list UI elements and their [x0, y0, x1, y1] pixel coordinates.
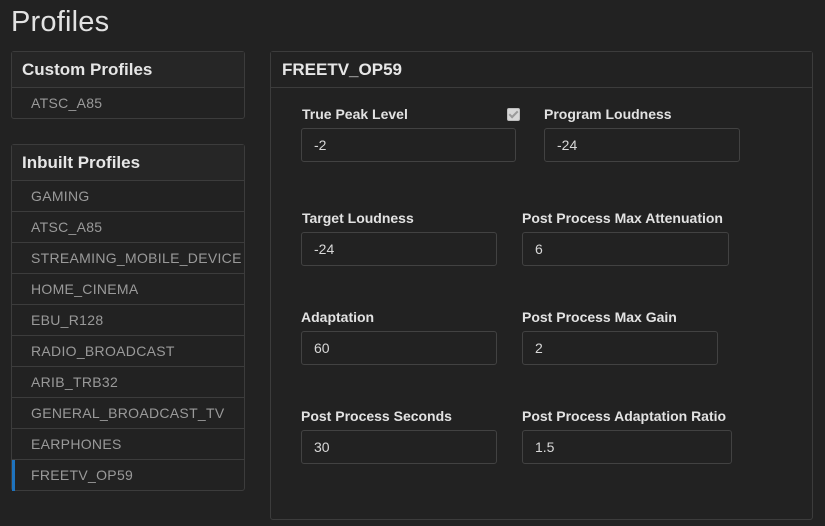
post-process-adaptation-ratio-label: Post Process Adaptation Ratio — [522, 408, 727, 424]
adaptation-label: Adaptation — [301, 309, 375, 325]
inbuilt-profile-item-home-cinema[interactable]: HOME_CINEMA — [12, 274, 244, 305]
program-loudness-label: Program Loudness — [544, 106, 672, 122]
inbuilt-profile-item-arib-trb32[interactable]: ARIB_TRB32 — [12, 367, 244, 398]
inbuilt-profile-item-atsc-a85[interactable]: ATSC_A85 — [12, 212, 244, 243]
true-peak-level-checkbox[interactable] — [507, 108, 520, 121]
inbuilt-profile-item-freetv-op59[interactable]: FREETV_OP59 — [12, 460, 244, 491]
inbuilt-profile-item-ebu-r128[interactable]: EBU_R128 — [12, 305, 244, 336]
true-peak-level-input[interactable] — [301, 128, 516, 162]
inbuilt-profile-item-gaming[interactable]: GAMING — [12, 181, 244, 212]
program-loudness-input[interactable] — [544, 128, 740, 162]
post-process-seconds-label: Post Process Seconds — [301, 408, 452, 424]
inbuilt-profiles-list: GAMING ATSC_A85 STREAMING_MOBILE_DEVICE … — [12, 181, 244, 491]
custom-profile-item-atsc-a85[interactable]: ATSC_A85 — [12, 88, 244, 119]
post-process-max-gain-input[interactable] — [522, 331, 718, 365]
true-peak-level-label: True Peak Level — [302, 106, 408, 122]
inbuilt-profile-item-general-broadcast-tv[interactable]: GENERAL_BROADCAST_TV — [12, 398, 244, 429]
post-process-max-gain-label: Post Process Max Gain — [522, 309, 677, 325]
inbuilt-profiles-header: Inbuilt Profiles — [12, 145, 244, 181]
inbuilt-profile-item-streaming-mobile-device[interactable]: STREAMING_MOBILE_DEVICE — [12, 243, 244, 274]
profile-detail-title: FREETV_OP59 — [271, 52, 812, 88]
custom-profiles-panel: Custom Profiles ATSC_A85 — [11, 51, 245, 119]
inbuilt-profiles-panel: Inbuilt Profiles GAMING ATSC_A85 STREAMI… — [11, 144, 245, 491]
inbuilt-profile-item-radio-broadcast[interactable]: RADIO_BROADCAST — [12, 336, 244, 367]
adaptation-input[interactable] — [301, 331, 497, 365]
post-process-max-attenuation-label: Post Process Max Attenuation — [522, 210, 723, 226]
custom-profiles-header: Custom Profiles — [12, 52, 244, 88]
post-process-adaptation-ratio-input[interactable] — [522, 430, 732, 464]
target-loudness-label: Target Loudness — [302, 210, 414, 226]
post-process-max-attenuation-input[interactable] — [522, 232, 729, 266]
page-title: Profiles — [11, 6, 110, 38]
target-loudness-input[interactable] — [301, 232, 497, 266]
profile-detail-panel: FREETV_OP59 True Peak Level Program Loud… — [270, 51, 813, 520]
post-process-seconds-input[interactable] — [301, 430, 497, 464]
inbuilt-profile-item-earphones[interactable]: EARPHONES — [12, 429, 244, 460]
